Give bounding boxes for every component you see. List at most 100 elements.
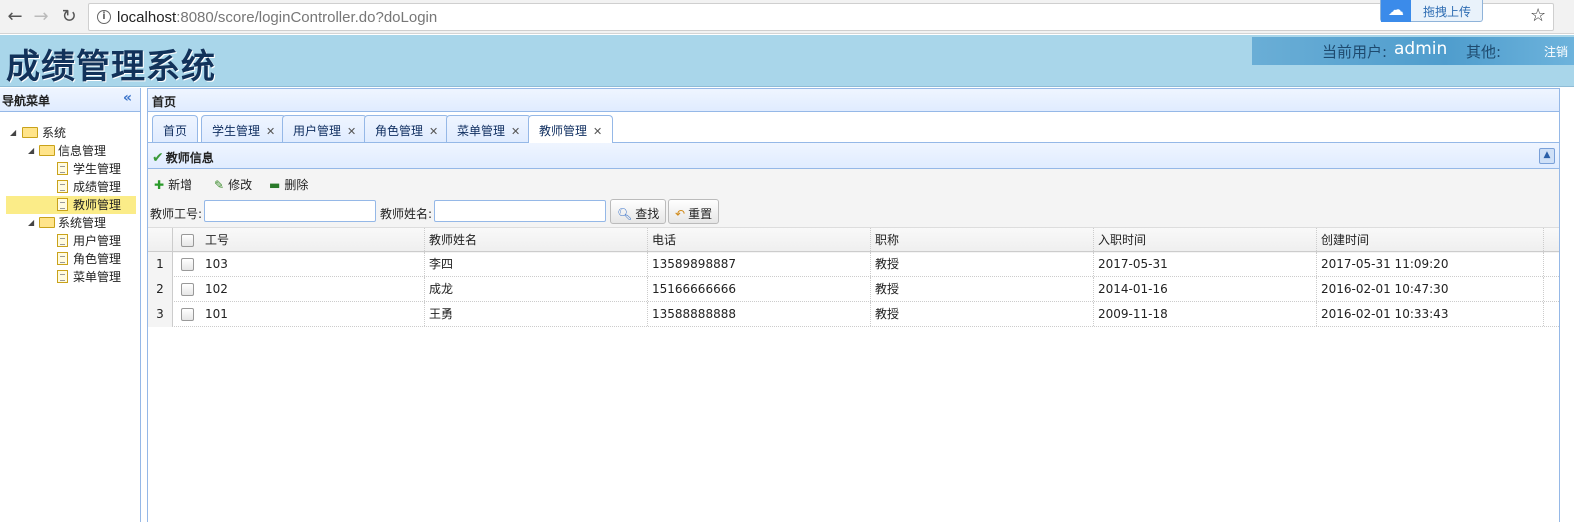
plus-icon: ✚ xyxy=(154,178,165,192)
row-checkbox[interactable] xyxy=(181,308,194,321)
main-header: 首页 xyxy=(147,88,1560,112)
teacher-panel: ✔ 教师信息 ▲ ✚ 新增 ✎ 修改 ▬ 删除 教师工号: 教师姓名: 🔍︎ 查找 ↶ 重置… xyxy=(147,143,1560,522)
tree-node-system[interactable]: ◢ 系统 xyxy=(0,124,140,142)
logout-link[interactable]: 注销 xyxy=(1544,43,1568,60)
teacher-name-input[interactable] xyxy=(434,200,606,222)
site-info-icon[interactable]: i xyxy=(97,10,111,24)
tree-node-menu-management[interactable]: 菜单管理 xyxy=(0,268,140,286)
back-icon[interactable]: ← xyxy=(4,6,26,28)
delete-label: 删除 xyxy=(284,178,309,192)
cell-id: 102 xyxy=(201,277,425,301)
tree-node-info-management[interactable]: ◢ 信息管理 xyxy=(0,142,140,160)
add-button[interactable]: ✚ 新增 xyxy=(154,175,192,195)
teacher-id-label: 教师工号: xyxy=(150,207,203,221)
panel-title: 教师信息 xyxy=(165,151,214,165)
collapse-icon[interactable]: « xyxy=(123,90,132,106)
tab-label: 用户管理 xyxy=(293,124,342,138)
column-header-id[interactable]: 工号 xyxy=(201,228,425,251)
tree-node-score-management[interactable]: 成绩管理 xyxy=(0,178,140,196)
drag-upload-button[interactable]: ☁ 拖拽上传 xyxy=(1380,0,1483,22)
tree-node-label: 教师管理 xyxy=(73,198,122,212)
column-header-created-time[interactable]: 创建时间 xyxy=(1317,228,1544,251)
column-header-hire-date[interactable]: 入职时间 xyxy=(1094,228,1317,251)
table-row[interactable]: 3 101 王勇 13588888888 教授 2009-11-18 2016-… xyxy=(148,302,1559,327)
sidebar: 导航菜单 « ◢ 系统 ◢ 信息管理 学生管理 成绩管理 教师管理 ◢ 系统管理… xyxy=(0,88,141,522)
close-icon[interactable]: ✕ xyxy=(266,125,275,138)
tab-home[interactable]: 首页 xyxy=(152,115,199,142)
cell-created-time: 2016-02-01 10:33:43 xyxy=(1317,302,1544,326)
tree-node-label: 菜单管理 xyxy=(73,270,122,284)
tab-user-management[interactable]: 用户管理 ✕ xyxy=(282,115,368,142)
row-number: 2 xyxy=(148,277,173,302)
tree-node-label: 学生管理 xyxy=(73,162,122,176)
reset-button-label: 重置 xyxy=(688,207,713,221)
pencil-icon: ✎ xyxy=(214,178,225,192)
select-all-checkbox[interactable] xyxy=(181,234,194,247)
close-icon[interactable]: ✕ xyxy=(593,125,602,138)
teacher-table: 工号 教师姓名 电话 职称 入职时间 创建时间 1 103 李四 1358989… xyxy=(148,227,1559,327)
column-header-title[interactable]: 职称 xyxy=(871,228,1094,251)
delete-button[interactable]: ▬ 删除 xyxy=(269,175,308,195)
expand-arrow-icon[interactable]: ◢ xyxy=(28,142,34,160)
expand-arrow-icon[interactable]: ◢ xyxy=(10,124,16,142)
forward-icon[interactable]: → xyxy=(30,6,52,28)
cell-id: 101 xyxy=(201,302,425,326)
close-icon[interactable]: ✕ xyxy=(347,125,356,138)
tree-node-role-management[interactable]: 角色管理 xyxy=(0,250,140,268)
column-header-name[interactable]: 教师姓名 xyxy=(425,228,648,251)
tree-node-label: 角色管理 xyxy=(73,252,122,266)
file-icon xyxy=(57,180,68,193)
tree-node-user-management[interactable]: 用户管理 xyxy=(0,232,140,250)
cell-name: 李四 xyxy=(425,252,648,276)
upload-label: 拖拽上传 xyxy=(1423,5,1472,19)
folder-icon xyxy=(39,217,55,228)
cell-phone: 13588888888 xyxy=(648,302,871,326)
expand-arrow-icon[interactable]: ◢ xyxy=(28,214,34,232)
table-header: 工号 教师姓名 电话 职称 入职时间 创建时间 xyxy=(148,227,1559,253)
checkmark-icon: ✔ xyxy=(152,150,164,166)
row-checkbox[interactable] xyxy=(181,258,194,271)
cell-id: 103 xyxy=(201,252,425,276)
app-title: 成绩管理系统 xyxy=(6,47,216,87)
current-user-label: 当前用户: xyxy=(1322,43,1388,61)
table-row[interactable]: 1 103 李四 13589898887 教授 2017-05-31 2017-… xyxy=(148,252,1559,277)
close-icon[interactable]: ✕ xyxy=(429,125,438,138)
search-button[interactable]: 🔍︎ 查找 xyxy=(610,199,667,224)
main-area: 首页 首页 学生管理 ✕ 用户管理 ✕ 角色管理 ✕ 菜单管理 ✕ 教师管理 ✕ ✔ 教师信… xyxy=(147,88,1560,522)
tab-teacher-management[interactable]: 教师管理 ✕ xyxy=(528,115,614,143)
tree-node-system-management[interactable]: ◢ 系统管理 xyxy=(0,214,140,232)
address-bar[interactable]: i localhost:8080/score/loginController.d… xyxy=(88,3,1554,31)
tree-node-label: 成绩管理 xyxy=(73,180,122,194)
close-icon[interactable]: ✕ xyxy=(511,125,520,138)
rownum-header xyxy=(148,228,173,253)
panel-collapse-icon[interactable]: ▲ xyxy=(1539,148,1555,164)
tab-label: 菜单管理 xyxy=(457,124,506,138)
tree-node-label: 信息管理 xyxy=(58,144,107,158)
tab-label: 首页 xyxy=(163,124,188,138)
table-row[interactable]: 2 102 成龙 15166666666 教授 2014-01-16 2016-… xyxy=(148,277,1559,302)
column-header-phone[interactable]: 电话 xyxy=(648,228,871,251)
reset-button[interactable]: ↶ 重置 xyxy=(668,199,720,224)
sidebar-title: 导航菜单 xyxy=(2,94,51,108)
cell-title: 教授 xyxy=(871,252,1094,276)
tree-node-label: 用户管理 xyxy=(73,234,122,248)
tab-menu-management[interactable]: 菜单管理 ✕ xyxy=(446,115,532,142)
current-user-name: admin xyxy=(1394,39,1448,59)
cell-phone: 15166666666 xyxy=(648,277,871,301)
reload-icon[interactable]: ↻ xyxy=(58,6,80,28)
file-icon xyxy=(57,162,68,175)
folder-icon xyxy=(39,145,55,156)
tree-node-student-management[interactable]: 学生管理 xyxy=(0,160,140,178)
bookmark-star-icon[interactable]: ☆ xyxy=(1530,5,1546,26)
sidebar-header: 导航菜单 « xyxy=(0,88,140,112)
nav-tree: ◢ 系统 ◢ 信息管理 学生管理 成绩管理 教师管理 ◢ 系统管理 用户管理 角… xyxy=(0,124,140,286)
tab-label: 学生管理 xyxy=(212,124,261,138)
edit-button[interactable]: ✎ 修改 xyxy=(214,175,252,195)
tab-role-management[interactable]: 角色管理 ✕ xyxy=(364,115,450,142)
search-row: 教师工号: 教师姓名: 🔍︎ 查找 ↶ 重置 xyxy=(148,199,1559,225)
tree-node-teacher-management[interactable]: 教师管理 xyxy=(6,196,136,214)
url-text[interactable]: localhost:8080/score/loginController.do?… xyxy=(117,9,437,26)
teacher-id-input[interactable] xyxy=(204,200,376,222)
tab-student-management[interactable]: 学生管理 ✕ xyxy=(201,115,287,142)
row-checkbox[interactable] xyxy=(181,283,194,296)
